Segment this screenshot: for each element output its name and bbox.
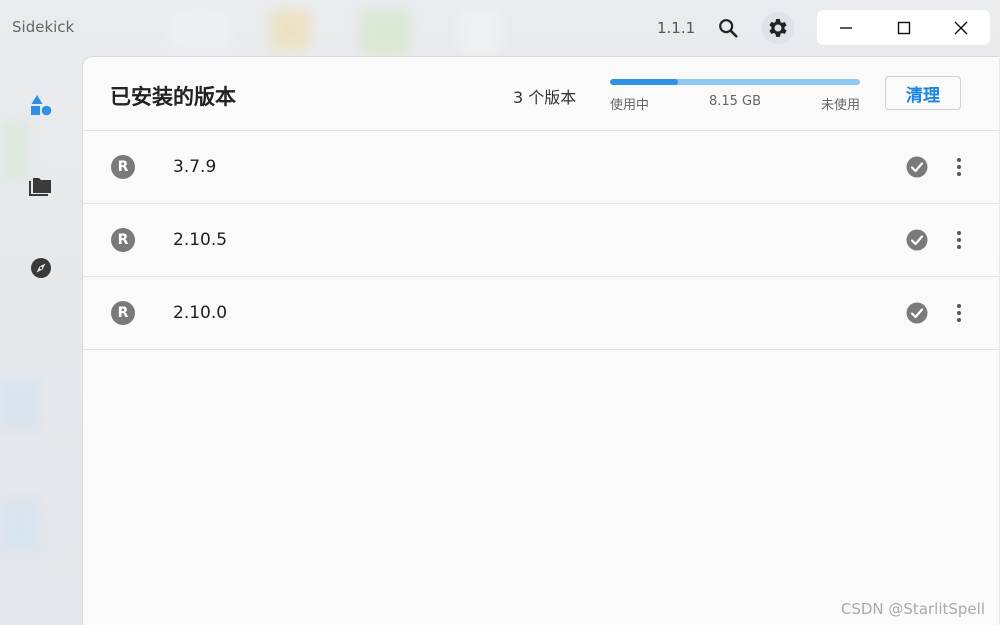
- disk-usage: 使用中 8.15 GB 未使用: [610, 79, 860, 113]
- maximize-icon: [897, 21, 910, 34]
- more-button[interactable]: [949, 155, 969, 179]
- more-vertical-icon: [957, 158, 961, 176]
- more-button[interactable]: [949, 228, 969, 252]
- version-row-1[interactable]: R 2.10.5: [83, 204, 999, 277]
- window-controls: [817, 10, 990, 45]
- title-bar: Sidekick 1.1.1: [0, 0, 1000, 56]
- more-vertical-icon: [957, 231, 961, 249]
- usage-unused-label: 未使用: [820, 98, 860, 113]
- close-button[interactable]: [932, 10, 990, 45]
- python-version-badge: R: [111, 301, 135, 325]
- python-version-badge: R: [111, 228, 135, 252]
- usage-bar: [610, 79, 860, 85]
- app-title: Sidekick: [12, 18, 75, 36]
- minimize-icon: [839, 26, 852, 29]
- version-row-2[interactable]: R 2.10.0: [83, 277, 999, 350]
- panel-header: 已安装的版本 3 个版本 使用中 8.15 GB 未使用 清理: [83, 57, 999, 131]
- settings-button[interactable]: [762, 12, 794, 44]
- sidebar-item-discover[interactable]: [24, 251, 58, 285]
- sidebar-item-versions[interactable]: [24, 88, 58, 122]
- search-button[interactable]: [712, 12, 744, 44]
- check-circle-icon: [906, 302, 928, 324]
- usage-used-label: 使用中: [610, 98, 650, 113]
- clean-button[interactable]: 清理: [885, 76, 961, 110]
- installed-status: [906, 156, 928, 178]
- gear-icon: [769, 19, 787, 37]
- more-vertical-icon: [957, 304, 961, 322]
- version-label: 2.10.0: [173, 303, 228, 323]
- version-row-0[interactable]: R 3.7.9: [83, 131, 999, 204]
- installed-status: [906, 229, 928, 251]
- minimize-button[interactable]: [817, 10, 875, 45]
- version-label: 2.10.5: [173, 230, 228, 250]
- version-count: 3 个版本: [513, 88, 577, 107]
- shapes-icon: [31, 95, 52, 116]
- page-title: 已安装的版本: [110, 85, 236, 109]
- version-label: 3.7.9: [173, 157, 217, 177]
- installed-status: [906, 302, 928, 324]
- usage-bar-fill: [610, 79, 678, 85]
- sidebar-item-projects[interactable]: [24, 170, 58, 204]
- app-version: 1.1.1: [657, 19, 696, 37]
- python-version-badge: R: [111, 155, 135, 179]
- close-icon: [954, 21, 968, 34]
- watermark: CSDN @StarlitSpell: [840, 600, 985, 618]
- main-panel: 已安装的版本 3 个版本 使用中 8.15 GB 未使用 清理 R 3.7.9: [82, 56, 999, 625]
- more-button[interactable]: [949, 301, 969, 325]
- compass-icon: [31, 258, 51, 278]
- usage-size: 8.15 GB: [708, 94, 762, 109]
- check-circle-icon: [906, 229, 928, 251]
- maximize-button[interactable]: [875, 10, 933, 45]
- check-circle-icon: [906, 156, 928, 178]
- sidebar: [0, 56, 82, 625]
- folder-icon: [29, 178, 51, 196]
- version-list: R 3.7.9 R 2.10.5 R 2.10.0: [83, 131, 999, 350]
- search-icon: [719, 19, 738, 38]
